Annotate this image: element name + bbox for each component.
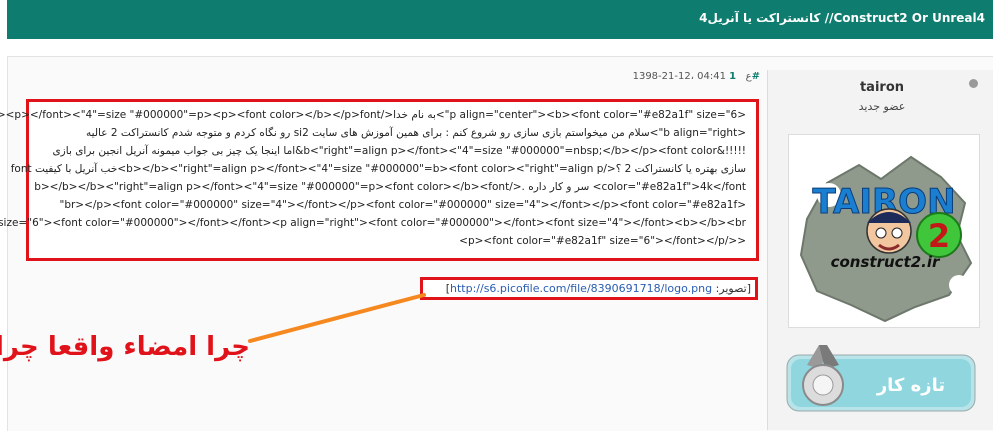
image-link-url[interactable]: http://s6.picofile.com/file/8390691718/l… bbox=[450, 282, 712, 295]
post-code-line: size="6"><font color="#000000"></font></… bbox=[0, 217, 746, 229]
post-code-line: color="#e82a1f">4k</font> سر و کار داره … bbox=[34, 181, 746, 193]
rank-badge: تازه کار bbox=[781, 345, 979, 415]
post-code-line: !!!!!&b<"right"=align p></font><"4"=size… bbox=[52, 145, 746, 157]
image-link-highlight: [تصویر: http://s6.picofile.com/file/8390… bbox=[420, 277, 758, 300]
avatar-site-text: construct2.ir bbox=[831, 253, 941, 271]
post-code-line: <p align="center"><b><font color="#e82a1… bbox=[0, 109, 746, 121]
post-code-line: سازی بهتره یا کانستراکت 2 ؟</b></b><"rig… bbox=[10, 163, 746, 175]
user-rank: عضو جدید bbox=[858, 100, 906, 113]
avatar: TAIRON 2 construct2.ir bbox=[788, 134, 980, 328]
post-code-line: <b align="right">سلام من میخواستم بازی س… bbox=[86, 127, 746, 139]
image-link-label: [تصویر: bbox=[712, 282, 751, 295]
annotation-arrow-icon bbox=[248, 293, 426, 343]
avatar-number-text: 2 bbox=[928, 217, 950, 255]
annotation-text: چرا امضاء واقعا چرا bbox=[0, 332, 250, 362]
thread-title: کانستراکت یا آنریل4 //Construct2 Or Unre… bbox=[699, 11, 985, 25]
post-code-line: <br></p><font color="#000000" size="4"><… bbox=[59, 199, 746, 211]
post-content-highlight: <p align="center"><b><font color="#e82a1… bbox=[0, 99, 759, 261]
avatar-image: TAIRON 2 construct2.ir bbox=[799, 155, 973, 323]
username-link[interactable]: tairon bbox=[838, 80, 926, 95]
post-code-line: <</p><font color="#e82a1f" size="6"></fo… bbox=[459, 235, 746, 247]
post-number-link[interactable]: 1# bbox=[729, 71, 760, 82]
online-status-icon bbox=[969, 79, 978, 88]
image-link[interactable]: [تصویر: http://s6.picofile.com/file/8390… bbox=[446, 282, 751, 295]
thread-header-bar: کانستراکت یا آنریل4 //Construct2 Or Unre… bbox=[7, 0, 993, 39]
badge-label: تازه کار bbox=[876, 375, 945, 396]
post-meta: 1398-21-12، 04:41 ع 1# bbox=[620, 71, 760, 85]
